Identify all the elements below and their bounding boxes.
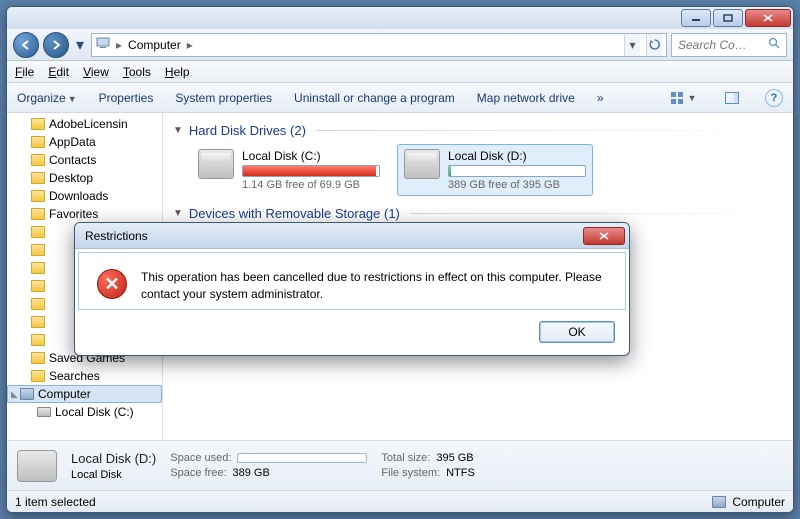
folder-icon <box>31 244 45 256</box>
breadcrumb-computer[interactable]: Computer <box>128 38 181 52</box>
system-properties-button[interactable]: System properties <box>175 91 272 105</box>
refresh-button[interactable] <box>646 34 662 56</box>
drive-free: 389 GB free of 395 GB <box>448 179 586 191</box>
menu-view[interactable]: View <box>83 65 109 79</box>
dialog-message: This operation has been cancelled due to… <box>141 269 607 303</box>
details-subtitle: Local Disk <box>71 469 156 481</box>
folder-icon <box>31 136 45 148</box>
error-icon: ✕ <box>97 269 127 299</box>
folder-icon <box>31 226 45 238</box>
folder-icon <box>31 172 45 184</box>
collapse-icon: ▼ <box>173 208 183 219</box>
details-title: Local Disk (D:) <box>71 451 156 466</box>
minimize-button[interactable] <box>681 9 711 27</box>
map-drive-button[interactable]: Map network drive <box>477 91 575 105</box>
preview-pane-button[interactable] <box>721 87 743 109</box>
disk-icon <box>37 407 51 417</box>
disk-icon <box>198 149 234 179</box>
folder-icon <box>31 208 45 220</box>
folder-icon <box>31 280 45 292</box>
capacity-bar <box>242 165 380 177</box>
search-icon <box>768 36 780 54</box>
help-button[interactable]: ? <box>765 89 783 107</box>
status-left: 1 item selected <box>15 495 96 509</box>
menu-file[interactable]: File <box>15 65 34 79</box>
drive-d[interactable]: Local Disk (D:) 389 GB free of 395 GB <box>397 144 593 196</box>
status-bar: 1 item selected Computer <box>7 490 793 512</box>
ok-button[interactable]: OK <box>539 321 615 343</box>
maximize-button[interactable] <box>713 9 743 27</box>
menu-bar: File Edit View Tools Help <box>7 61 793 83</box>
status-right: Computer <box>732 495 785 509</box>
dialog-close-button[interactable] <box>583 227 625 245</box>
folder-icon <box>31 262 45 274</box>
disk-icon <box>404 149 440 179</box>
menu-tools[interactable]: Tools <box>123 65 151 79</box>
dialog-title: Restrictions <box>85 229 148 243</box>
group-removable[interactable]: ▼ Devices with Removable Storage (1) <box>173 206 783 221</box>
computer-icon <box>712 496 726 508</box>
address-dropdown[interactable]: ▾ <box>624 34 640 56</box>
back-button[interactable] <box>13 32 39 58</box>
tree-computer[interactable]: ◣Computer <box>7 385 162 403</box>
dialog-titlebar[interactable]: Restrictions <box>75 223 629 249</box>
tree-folder: Downloads <box>7 187 162 205</box>
menu-edit[interactable]: Edit <box>48 65 69 79</box>
tree-folder: Contacts <box>7 151 162 169</box>
folder-icon <box>31 334 45 346</box>
address-bar[interactable]: ▸ Computer ▸ ▾ <box>91 33 667 57</box>
nav-history-dropdown[interactable]: ▾ <box>73 32 87 58</box>
properties-button[interactable]: Properties <box>99 91 154 105</box>
drive-c[interactable]: Local Disk (C:) 1.14 GB free of 69.9 GB <box>191 144 387 196</box>
restrictions-dialog: Restrictions ✕ This operation has been c… <box>74 222 630 356</box>
view-mode-button[interactable]: ▼ <box>667 87 699 109</box>
folder-icon <box>31 154 45 166</box>
nav-bar: ▾ ▸ Computer ▸ ▾ <box>7 29 793 61</box>
menu-help[interactable]: Help <box>165 65 190 79</box>
folder-icon <box>31 190 45 202</box>
close-button[interactable] <box>745 9 791 27</box>
capacity-bar <box>448 165 586 177</box>
breadcrumb-sep-icon: ▸ <box>116 38 122 52</box>
drive-label: Local Disk (C:) <box>242 149 380 163</box>
disk-icon <box>17 450 57 482</box>
tree-folder: Searches <box>7 367 162 385</box>
forward-button[interactable] <box>43 32 69 58</box>
command-bar: Organize▼ Properties System properties U… <box>7 83 793 113</box>
tree-folder: Desktop <box>7 169 162 187</box>
breadcrumb-sep-icon: ▸ <box>187 38 193 52</box>
collapse-icon: ▼ <box>173 125 183 136</box>
computer-icon <box>20 388 34 400</box>
drive-free: 1.14 GB free of 69.9 GB <box>242 179 380 191</box>
expand-icon[interactable]: ◣ <box>10 389 19 400</box>
folder-icon <box>31 316 45 328</box>
toolbar-overflow[interactable]: » <box>597 91 604 105</box>
search-input[interactable] <box>678 38 768 52</box>
tree-disk-c[interactable]: Local Disk (C:) <box>7 403 162 421</box>
computer-icon <box>96 37 110 52</box>
folder-icon <box>31 352 45 364</box>
titlebar <box>7 7 793 29</box>
usage-bar <box>237 453 367 463</box>
folder-icon <box>31 118 45 130</box>
tree-folder: AdobeLicensin <box>7 115 162 133</box>
group-hdd[interactable]: ▼ Hard Disk Drives (2) <box>173 123 783 138</box>
folder-icon <box>31 370 45 382</box>
details-pane: Local Disk (D:) Local Disk Space used: S… <box>7 440 793 490</box>
organize-button[interactable]: Organize▼ <box>17 91 77 105</box>
folder-icon <box>31 298 45 310</box>
drive-label: Local Disk (D:) <box>448 149 586 163</box>
tree-folder: Favorites <box>7 205 162 223</box>
uninstall-button[interactable]: Uninstall or change a program <box>294 91 455 105</box>
tree-folder: AppData <box>7 133 162 151</box>
search-box[interactable] <box>671 33 787 57</box>
